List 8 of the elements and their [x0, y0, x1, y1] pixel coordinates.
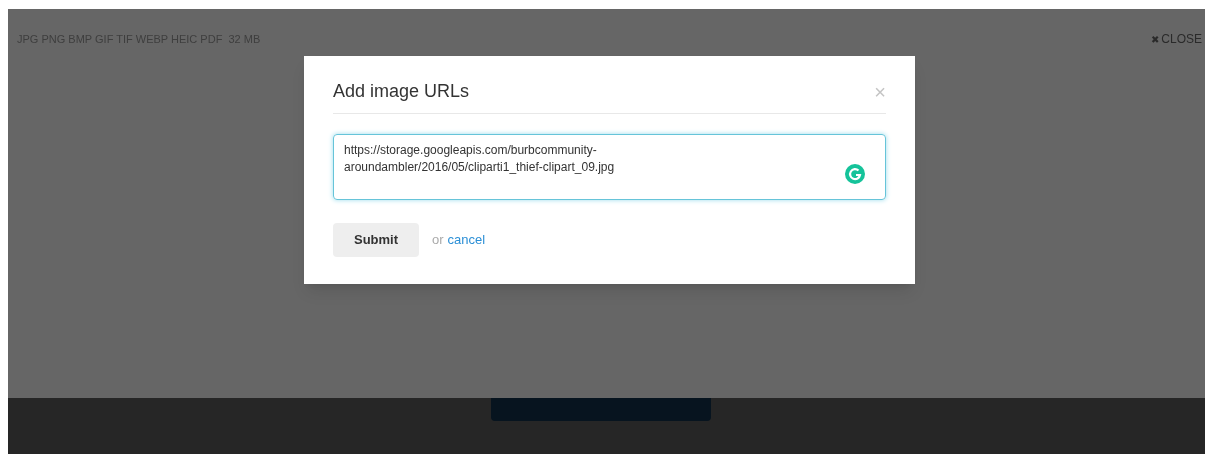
cancel-link[interactable]: cancel — [447, 230, 486, 250]
dialog-title: Add image URLs — [333, 80, 470, 103]
or-text: or — [432, 231, 444, 250]
submit-button[interactable]: Submit — [333, 223, 419, 257]
g-circle-icon — [845, 164, 865, 184]
close-link[interactable]: ✖ CLOSE — [1151, 30, 1202, 48]
close-icon: ✖ — [1151, 31, 1160, 47]
url-field[interactable]: https://storage.googleapis.com/burbcommunity-aroundambler/2016/05/cliparti1_thief-clipart_09.jpg — [333, 134, 886, 200]
